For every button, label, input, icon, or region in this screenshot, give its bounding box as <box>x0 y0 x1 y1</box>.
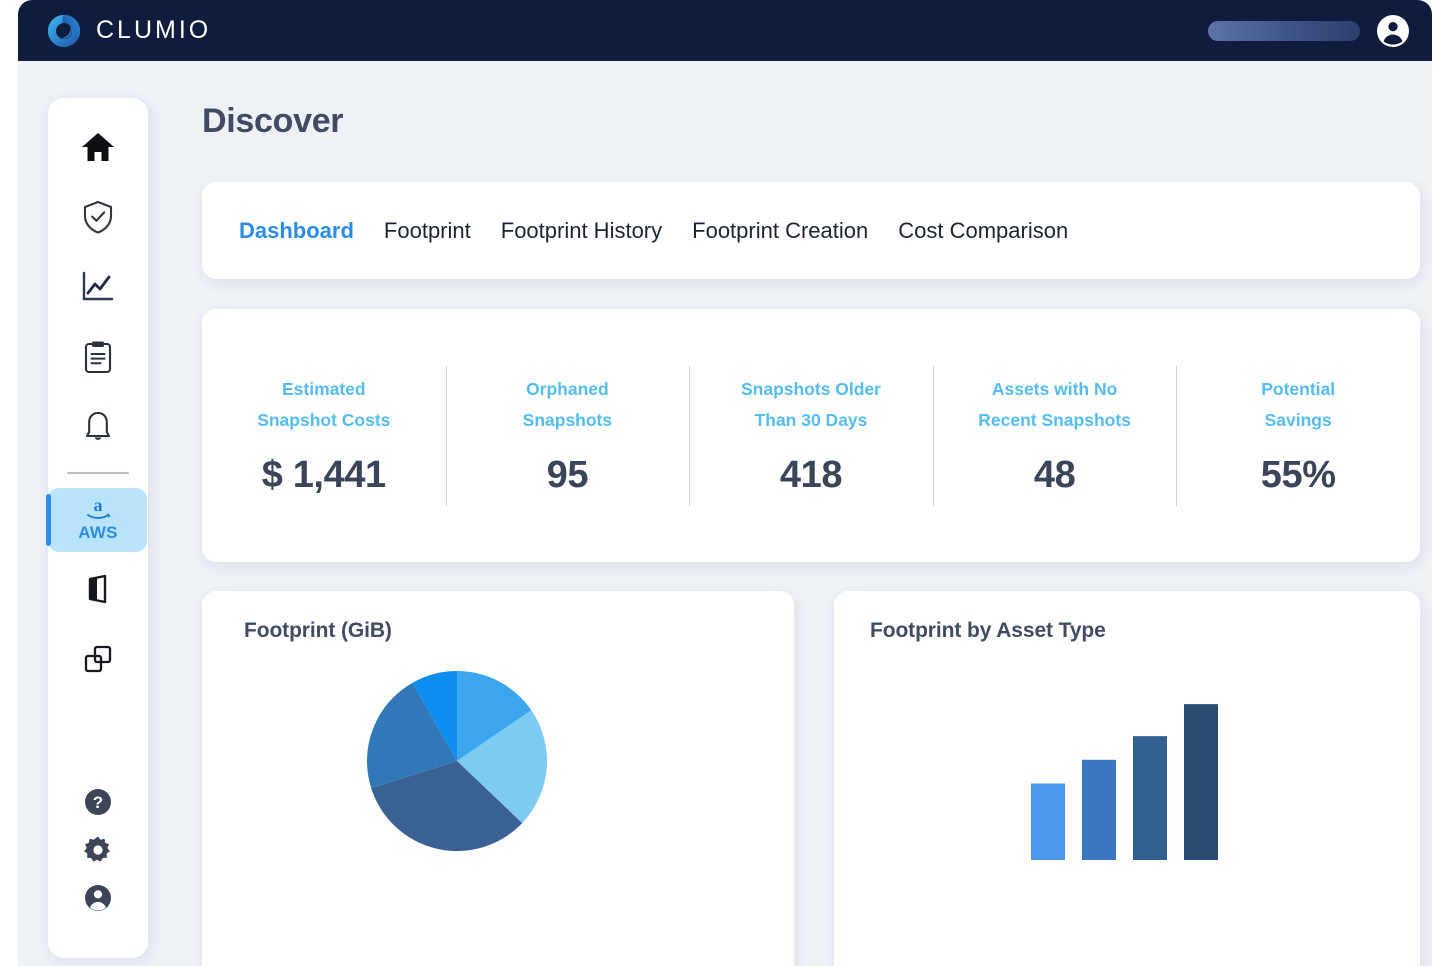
svg-text:?: ? <box>93 793 103 812</box>
user-account-icon[interactable] <box>1376 14 1410 48</box>
stat-orphaned-snapshots[interactable]: Orphaned Snapshots 95 <box>445 365 690 506</box>
stat-value: 418 <box>779 454 843 497</box>
page-title: Discover <box>202 102 344 140</box>
top-bar-right <box>1208 0 1410 61</box>
gear-icon <box>84 836 110 862</box>
sidebar-item-reports[interactable] <box>48 322 148 392</box>
sidebar-item-settings[interactable] <box>48 826 148 874</box>
stat-value: $ 1,441 <box>261 454 386 497</box>
asset-type-bar-chart[interactable] <box>1025 685 1420 865</box>
tab-footprint-creation[interactable]: Footprint Creation <box>692 218 868 244</box>
sidebar-item-alerts[interactable] <box>48 392 148 462</box>
summary-stats-panel: Estimated Snapshot Costs $ 1,441 Orphane… <box>202 309 1420 562</box>
bar[interactable] <box>1031 783 1065 860</box>
sidebar-item-aws[interactable]: a AWS <box>46 484 148 554</box>
sidebar-item-vmware[interactable] <box>48 554 148 624</box>
svg-text:a: a <box>94 496 103 515</box>
stacked-squares-icon <box>84 645 112 673</box>
tenant-selector-pill[interactable] <box>1208 20 1360 41</box>
sidebar-item-home[interactable] <box>48 112 148 182</box>
asset-type-chart-title: Footprint by Asset Type <box>870 619 1106 642</box>
app-window: CLUMIO a AWS ? Discover Dashboard Footpr… <box>18 0 1432 966</box>
sidebar-bottom-group: ? <box>48 778 148 922</box>
stat-estimated-snapshot-costs[interactable]: Estimated Snapshot Costs $ 1,441 <box>202 366 446 506</box>
footprint-chart-title: Footprint (GiB) <box>244 619 392 642</box>
top-bar: CLUMIO <box>18 0 1432 61</box>
pie-svg <box>367 671 547 851</box>
tab-dashboard[interactable]: Dashboard <box>239 218 354 244</box>
user-circle-icon <box>85 885 111 911</box>
bar[interactable] <box>1082 759 1116 860</box>
stat-label: Snapshots Older Than 30 Days <box>740 378 881 430</box>
stat-value: 55% <box>1260 454 1336 497</box>
stat-label: Potential Savings <box>1261 378 1336 430</box>
stat-value: 48 <box>1033 454 1076 497</box>
vmware-icon <box>88 574 107 604</box>
stat-label: Estimated Snapshot Costs <box>257 378 391 430</box>
tab-footprint[interactable]: Footprint <box>384 218 471 244</box>
sidebar-item-analytics[interactable] <box>48 252 148 322</box>
tab-cost-comparison[interactable]: Cost Comparison <box>898 218 1068 244</box>
asset-type-chart-card: Footprint by Asset Type <box>834 591 1420 966</box>
sidebar-item-m365[interactable] <box>48 624 148 694</box>
sidebar-divider <box>67 472 129 474</box>
brand-logo[interactable]: CLUMIO <box>45 12 211 50</box>
home-icon <box>82 133 114 161</box>
footprint-pie-chart[interactable] <box>367 671 794 856</box>
bar-svg <box>1031 704 1218 860</box>
sidebar-item-account[interactable] <box>48 874 148 922</box>
sidebar-item-protect[interactable] <box>48 182 148 252</box>
stat-label: Assets with No Recent Snapshots <box>978 378 1131 430</box>
sidebar: a AWS ? <box>46 98 148 958</box>
shield-check-icon <box>83 200 113 234</box>
stat-assets-with-no-recent-snapshots[interactable]: Assets with No Recent Snapshots 48 <box>932 365 1177 506</box>
stat-potential-savings[interactable]: Potential Savings 55% <box>1176 365 1420 506</box>
help-circle-icon: ? <box>85 789 111 815</box>
bar[interactable] <box>1133 736 1167 860</box>
stat-snapshots-older-than-30-days[interactable]: Snapshots Older Than 30 Days 418 <box>689 365 933 506</box>
line-chart-icon <box>82 271 114 301</box>
sidebar-item-aws-label: AWS <box>78 522 118 542</box>
bar[interactable] <box>1184 704 1218 860</box>
stat-label: Orphaned Snapshots <box>522 378 613 430</box>
bell-icon <box>85 411 111 440</box>
footprint-chart-card: Footprint (GiB) <box>202 591 794 966</box>
main-content: Discover Dashboard Footprint Footprint H… <box>170 80 1420 966</box>
clumio-swirl-logo-icon <box>45 12 83 50</box>
tab-footprint-history[interactable]: Footprint History <box>501 218 662 244</box>
brand-name: CLUMIO <box>96 16 212 44</box>
sidebar-item-help[interactable]: ? <box>48 778 148 826</box>
tab-bar: Dashboard Footprint Footprint History Fo… <box>202 182 1420 279</box>
aws-logo-icon: a <box>87 496 111 519</box>
clipboard-report-icon <box>84 341 112 374</box>
stat-value: 95 <box>546 454 589 497</box>
